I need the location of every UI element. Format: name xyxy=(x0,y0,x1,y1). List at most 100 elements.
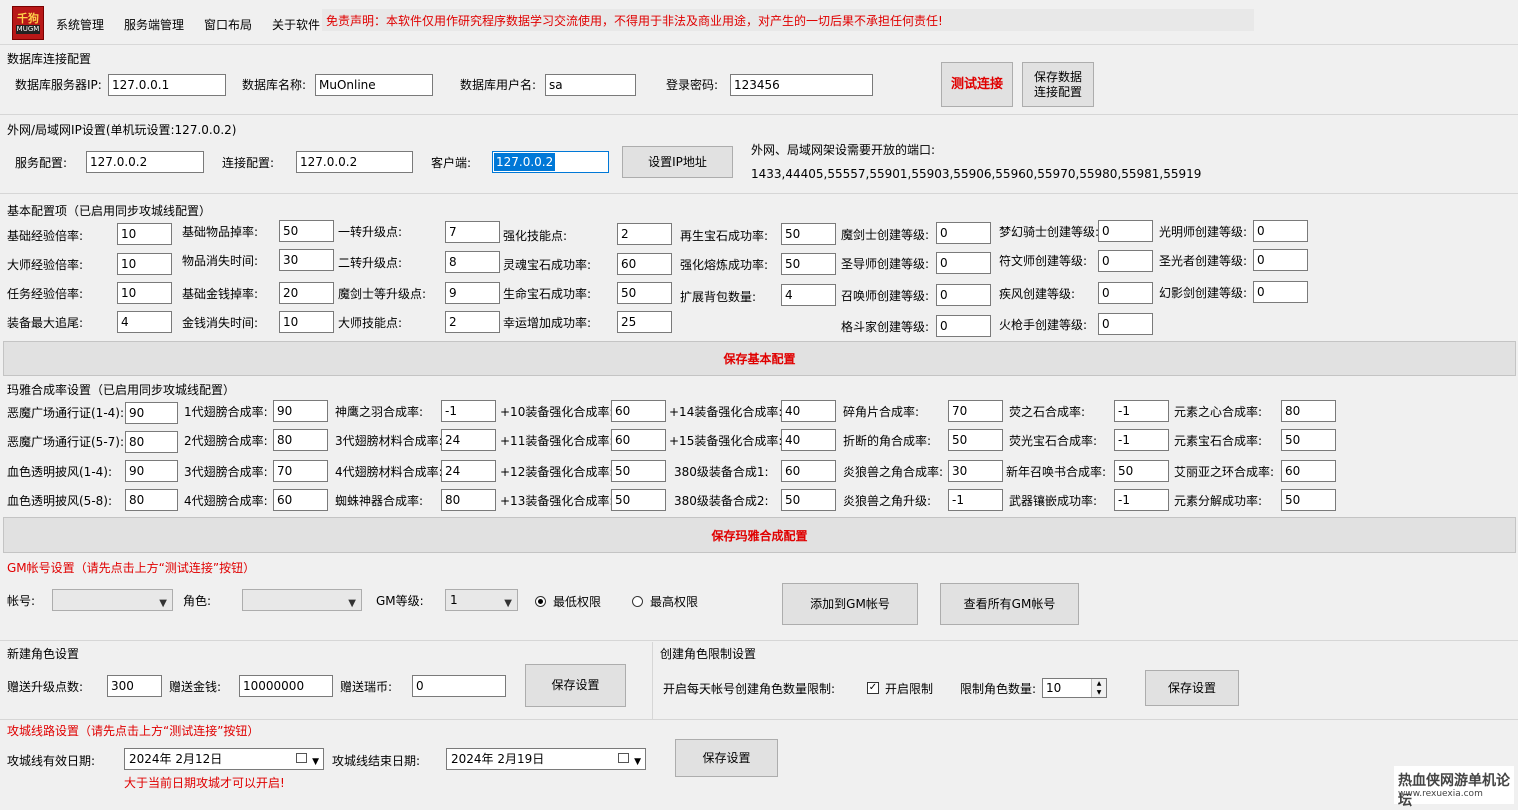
basic-input[interactable] xyxy=(279,311,334,333)
server-config-input[interactable] xyxy=(86,151,204,173)
newrole-money-input[interactable] xyxy=(239,675,333,697)
maya-input[interactable] xyxy=(948,489,1003,511)
save-basic-config-button[interactable]: 保存基本配置 xyxy=(3,341,1516,376)
basic-input[interactable] xyxy=(117,223,172,245)
menu-about[interactable]: 关于软件 xyxy=(272,16,320,33)
maya-input[interactable] xyxy=(125,489,178,511)
maya-input[interactable] xyxy=(1281,400,1336,422)
basic-input[interactable] xyxy=(1098,250,1153,272)
client-input[interactable]: 127.0.0.2 xyxy=(492,151,609,173)
maya-input[interactable] xyxy=(611,460,666,482)
menu-window[interactable]: 窗口布局 xyxy=(204,16,252,33)
maya-input[interactable] xyxy=(273,460,328,482)
maya-input[interactable] xyxy=(441,460,496,482)
radio-lowest-permission[interactable] xyxy=(535,596,546,607)
view-gm-accounts-button[interactable]: 查看所有GM帐号 xyxy=(940,583,1079,625)
newrole-save-button[interactable]: 保存设置 xyxy=(525,664,626,707)
basic-input[interactable] xyxy=(445,282,500,304)
newrole-coins-input[interactable] xyxy=(412,675,506,697)
maya-input[interactable] xyxy=(781,489,836,511)
basic-input[interactable] xyxy=(117,282,172,304)
basic-input[interactable] xyxy=(279,220,334,242)
maya-input[interactable] xyxy=(441,489,496,511)
maya-input[interactable] xyxy=(1281,429,1336,451)
maya-input[interactable] xyxy=(1114,429,1169,451)
radio-highest-permission[interactable] xyxy=(632,596,643,607)
basic-input[interactable] xyxy=(279,282,334,304)
maya-input[interactable] xyxy=(273,400,328,422)
add-gm-account-button[interactable]: 添加到GM帐号 xyxy=(782,583,918,625)
maya-input[interactable] xyxy=(948,460,1003,482)
basic-input[interactable] xyxy=(445,221,500,243)
maya-input[interactable] xyxy=(441,400,496,422)
maya-input[interactable] xyxy=(1114,400,1169,422)
maya-input[interactable] xyxy=(948,400,1003,422)
basic-input[interactable] xyxy=(936,222,991,244)
basic-input[interactable] xyxy=(617,311,672,333)
maya-input[interactable] xyxy=(125,460,178,482)
basic-input[interactable] xyxy=(1098,220,1153,242)
basic-input[interactable] xyxy=(936,284,991,306)
db-name-input[interactable] xyxy=(315,74,433,96)
calendar-icon[interactable] xyxy=(296,753,307,763)
menu-server[interactable]: 服务端管理 xyxy=(124,16,184,33)
gm-level-select[interactable]: 1 ▼ xyxy=(445,589,518,611)
maya-input[interactable] xyxy=(611,400,666,422)
save-maya-config-button[interactable]: 保存玛雅合成配置 xyxy=(3,517,1516,553)
maya-input[interactable] xyxy=(1281,460,1336,482)
db-ip-input[interactable] xyxy=(108,74,226,96)
maya-input[interactable] xyxy=(441,429,496,451)
connect-config-input[interactable] xyxy=(296,151,413,173)
siege-end-date[interactable]: 2024年 2月19日 ▼ xyxy=(446,748,646,770)
maya-input[interactable] xyxy=(125,431,178,453)
maya-input[interactable] xyxy=(781,429,836,451)
basic-input[interactable] xyxy=(617,253,672,275)
calendar-icon[interactable] xyxy=(618,753,629,763)
chevron-down-icon[interactable]: ▼ xyxy=(312,752,319,772)
basic-input[interactable] xyxy=(1098,282,1153,304)
limit-count-stepper[interactable]: 10 ▲ ▼ xyxy=(1042,678,1107,698)
maya-input[interactable] xyxy=(611,429,666,451)
basic-input[interactable] xyxy=(279,249,334,271)
gm-account-select[interactable]: ▼ xyxy=(52,589,173,611)
save-db-config-button[interactable]: 保存数据 连接配置 xyxy=(1022,62,1094,107)
menu-system[interactable]: 系统管理 xyxy=(56,16,104,33)
maya-input[interactable] xyxy=(781,400,836,422)
maya-input[interactable] xyxy=(781,460,836,482)
basic-input[interactable] xyxy=(117,253,172,275)
maya-input[interactable] xyxy=(948,429,1003,451)
stepper-arrows-icon[interactable]: ▲ ▼ xyxy=(1091,679,1106,697)
basic-input[interactable] xyxy=(445,311,500,333)
basic-input[interactable] xyxy=(781,253,836,275)
db-user-input[interactable] xyxy=(545,74,636,96)
test-connection-button[interactable]: 测试连接 xyxy=(941,62,1013,107)
basic-input[interactable] xyxy=(1253,281,1308,303)
chevron-down-icon[interactable]: ▼ xyxy=(634,752,641,772)
maya-input[interactable] xyxy=(273,489,328,511)
basic-input[interactable] xyxy=(936,252,991,274)
maya-input[interactable] xyxy=(125,402,178,424)
maya-input[interactable] xyxy=(273,429,328,451)
basic-input[interactable] xyxy=(781,223,836,245)
basic-input[interactable] xyxy=(1098,313,1153,335)
siege-start-date[interactable]: 2024年 2月12日 ▼ xyxy=(124,748,324,770)
basic-input[interactable] xyxy=(781,284,836,306)
limit-save-button[interactable]: 保存设置 xyxy=(1145,670,1239,706)
basic-input[interactable] xyxy=(445,251,500,273)
enable-limit-checkbox[interactable]: ✓ xyxy=(867,682,879,694)
maya-input[interactable] xyxy=(1281,489,1336,511)
gm-role-select[interactable]: ▼ xyxy=(242,589,362,611)
set-ip-button[interactable]: 设置IP地址 xyxy=(622,146,733,178)
maya-input[interactable] xyxy=(1114,489,1169,511)
basic-input[interactable] xyxy=(617,282,672,304)
basic-input[interactable] xyxy=(117,311,172,333)
siege-save-button[interactable]: 保存设置 xyxy=(675,739,778,777)
db-password-input[interactable] xyxy=(730,74,873,96)
basic-input[interactable] xyxy=(1253,249,1308,271)
basic-input[interactable] xyxy=(1253,220,1308,242)
maya-input[interactable] xyxy=(611,489,666,511)
maya-input[interactable] xyxy=(1114,460,1169,482)
newrole-points-input[interactable] xyxy=(107,675,162,697)
basic-input[interactable] xyxy=(936,315,991,337)
basic-input[interactable] xyxy=(617,223,672,245)
